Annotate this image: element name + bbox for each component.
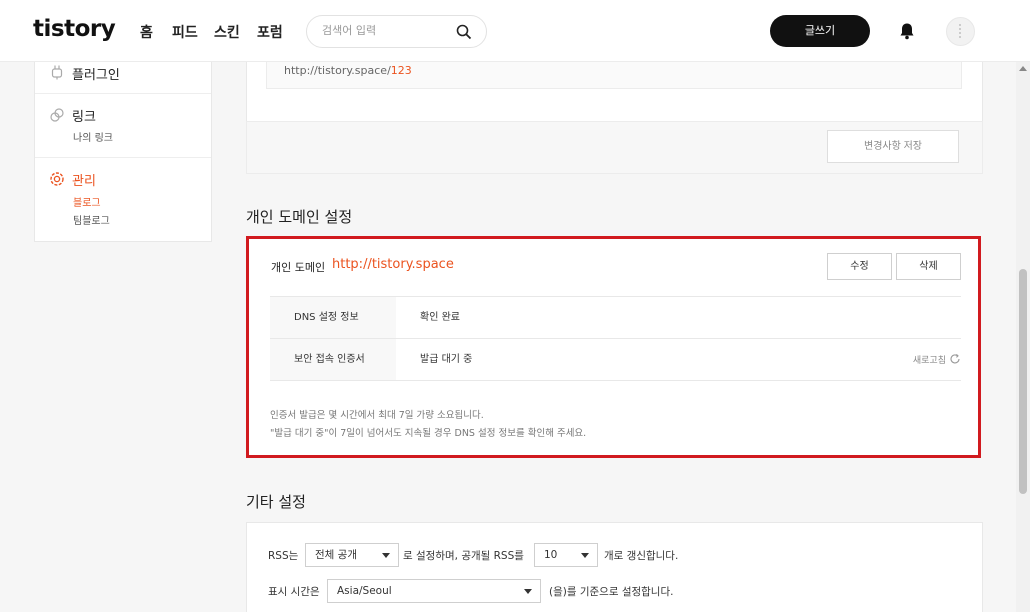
save-changes-button[interactable]: 변경사항 저장 — [827, 130, 959, 163]
bell-icon[interactable] — [898, 22, 916, 40]
tistory-logo[interactable]: tistory — [33, 16, 116, 42]
plug-icon — [51, 65, 63, 80]
write-button[interactable]: 글쓰기 — [770, 15, 870, 47]
custom-domain-card: 개인 도메인 http://tistory.space 수정 삭제 DNS 설정… — [246, 236, 981, 458]
nav-forum[interactable]: 포럼 — [257, 22, 283, 42]
cert-notice-1: 인증서 발급은 몇 시간에서 최대 7일 가량 소요됩니다. — [270, 410, 484, 421]
other-settings-card: RSS는 전체 공개 로 설정하며, 공개될 RSS를 10 개로 갱신합니다.… — [246, 522, 983, 612]
sidebar-item-label[interactable]: 관리 — [72, 170, 96, 189]
sidebar-subitem-blog[interactable]: 블로그 — [73, 194, 101, 209]
delete-domain-button[interactable]: 삭제 — [896, 253, 961, 280]
time-suffix: (을)를 기준으로 설정합니다. — [549, 586, 674, 598]
refresh-button[interactable]: 새로고침 — [913, 353, 961, 366]
nav-feed[interactable]: 피드 — [172, 22, 198, 42]
gear-icon — [50, 172, 64, 186]
timezone-select[interactable]: Asia/Seoul — [327, 579, 541, 603]
table-row: 보안 접속 인증서 발급 대기 중 새로고침 — [270, 339, 961, 381]
search-icon[interactable] — [456, 24, 472, 40]
rss-count-select[interactable]: 10 — [534, 543, 598, 567]
chevron-down-icon — [382, 553, 390, 558]
nav-home[interactable]: 홈 — [140, 22, 153, 42]
rss-prefix: RSS는 — [268, 550, 299, 562]
scrollbar-thumb[interactable] — [1019, 269, 1027, 494]
blog-address: http://tistory.space/123 — [284, 64, 412, 77]
sidebar-item-label: 플러그인 — [72, 68, 120, 83]
dns-info-header: DNS 설정 정보 — [270, 297, 396, 338]
domain-label: 개인 도메인 — [271, 261, 326, 274]
link-icon — [50, 108, 64, 122]
dns-info-value: 확인 완료 — [420, 312, 460, 323]
chevron-down-icon — [581, 553, 589, 558]
search-box — [306, 15, 487, 48]
domain-section-title: 개인 도메인 설정 — [246, 208, 353, 226]
other-settings-title: 기타 설정 — [246, 493, 306, 511]
search-input[interactable] — [322, 24, 452, 37]
edit-domain-button[interactable]: 수정 — [827, 253, 892, 280]
sidebar-item-label[interactable]: 링크 — [72, 106, 96, 125]
ssl-cert-header: 보안 접속 인증서 — [270, 339, 396, 380]
avatar[interactable] — [946, 17, 975, 46]
ssl-cert-value: 발급 대기 중 — [420, 354, 473, 365]
sidebar-item-manage: 관리 블로그 팀블로그 — [35, 158, 211, 242]
scroll-up-arrow-icon[interactable] — [1019, 66, 1027, 71]
page-scrollbar[interactable] — [1016, 62, 1030, 612]
time-prefix: 표시 시간은 — [268, 586, 320, 598]
admin-sidebar: 플러그인 링크 나의 링크 관리 블로그 팀블로그 — [34, 50, 212, 242]
table-row: DNS 설정 정보 확인 완료 — [270, 297, 961, 339]
rss-suffix: 개로 갱신합니다. — [604, 550, 679, 562]
refresh-icon — [950, 353, 960, 364]
sidebar-subitem-team-blog[interactable]: 팀블로그 — [73, 212, 110, 227]
chevron-down-icon — [524, 589, 532, 594]
rss-visibility-select[interactable]: 전체 공개 — [305, 543, 399, 567]
sidebar-subitem-my-link[interactable]: 나의 링크 — [73, 129, 113, 144]
rss-middle: 로 설정하며, 공개될 RSS를 — [403, 550, 524, 562]
sidebar-item-link: 링크 나의 링크 — [35, 94, 211, 158]
nav-skin[interactable]: 스킨 — [214, 22, 240, 42]
domain-status-table: DNS 설정 정보 확인 완료 보안 접속 인증서 발급 대기 중 새로고침 — [270, 296, 961, 381]
refresh-label: 새로고침 — [912, 356, 946, 366]
cert-notice-2: "발급 대기 중"이 7일이 넘어서도 지속될 경우 DNS 설정 정보를 확인… — [270, 428, 587, 439]
domain-url[interactable]: http://tistory.space — [332, 257, 454, 272]
top-header: tistory 홈 피드 스킨 포럼 글쓰기 — [0, 0, 1030, 62]
